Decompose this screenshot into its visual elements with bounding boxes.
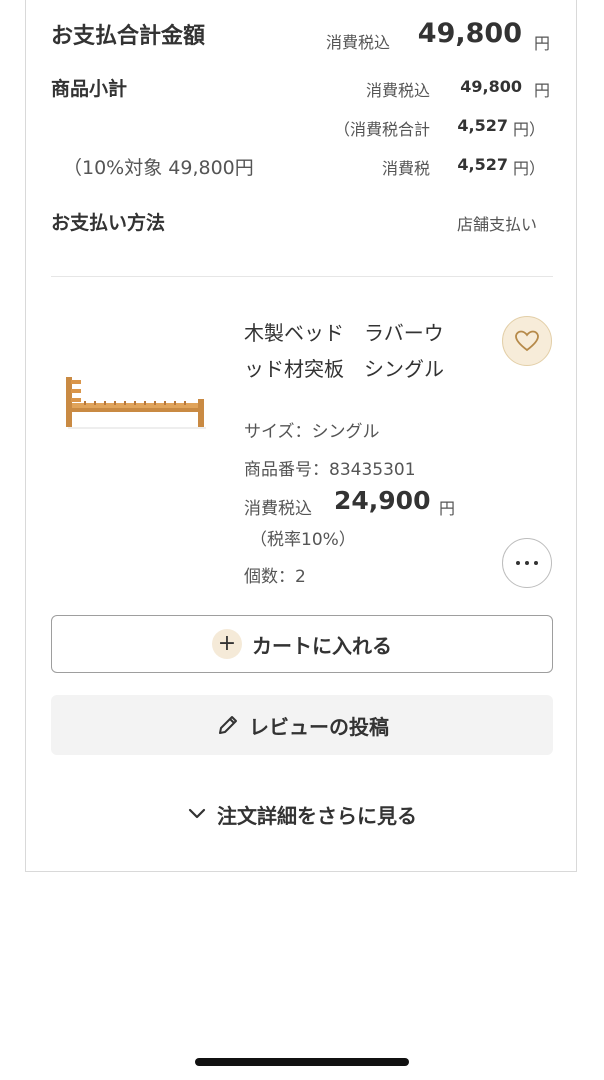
home-indicator[interactable] xyxy=(195,1058,409,1066)
show-more-details-link[interactable]: 注文詳細をさらに見る xyxy=(51,794,553,834)
tax-target-text: （10%対象 49,800円 xyxy=(63,157,254,179)
product-name-line1[interactable]: 木製ベッド ラバーウ xyxy=(244,317,444,346)
product-tax-rate: （税率10%） xyxy=(250,530,356,550)
tax-amount: 4,527 xyxy=(457,155,508,174)
plus-icon: + xyxy=(212,629,242,659)
chevron-down-icon xyxy=(188,808,206,819)
total-label: お支払合計金額 xyxy=(51,24,206,49)
product-name-line2[interactable]: ッド材突板 シングル xyxy=(244,353,444,382)
subtotal-amount: 49,800 xyxy=(460,77,522,96)
add-to-cart-label: カートに入れる xyxy=(252,633,392,658)
total-yen: 円 xyxy=(534,34,551,53)
product-size: サイズ：シングル xyxy=(244,422,380,442)
more-horizontal-icon xyxy=(516,561,520,565)
tax-total-yen: 円） xyxy=(513,120,546,139)
product-quantity: 個数：2 xyxy=(244,567,306,587)
subtotal-label: 商品小計 xyxy=(51,78,128,100)
subtotal-tax-label: 消費税込 xyxy=(366,81,431,100)
show-more-details-label: 注文詳細をさらに見る xyxy=(217,803,417,828)
divider xyxy=(51,276,553,277)
tax-label: 消費税 xyxy=(382,159,431,178)
add-to-cart-button[interactable]: + カートに入れる xyxy=(51,615,553,673)
post-review-label: レビューの投稿 xyxy=(249,714,389,739)
product-image[interactable] xyxy=(62,371,208,431)
price-yen: 円 xyxy=(439,499,456,518)
pencil-icon xyxy=(219,716,237,734)
order-detail-card: お支払合計金額 消費税込 49,800 円 商品小計 消費税込 49,800 円… xyxy=(25,0,577,872)
more-options-button[interactable] xyxy=(502,538,552,588)
payment-method-label: お支払い方法 xyxy=(51,212,166,234)
heart-icon xyxy=(515,330,539,352)
total-tax-label: 消費税込 xyxy=(326,33,391,52)
price-tax-label: 消費税込 xyxy=(244,499,312,519)
subtotal-yen: 円 xyxy=(534,81,551,100)
favorite-button[interactable] xyxy=(502,316,552,366)
tax-total-amount: 4,527 xyxy=(457,116,508,135)
total-amount: 49,800 xyxy=(417,18,522,49)
post-review-button[interactable]: レビューの投稿 xyxy=(51,695,553,755)
tax-yen: 円） xyxy=(513,159,546,178)
payment-method-value: 店舗支払い xyxy=(457,215,538,234)
product-item-number: 商品番号：83435301 xyxy=(244,460,416,480)
product-price: 24,900 xyxy=(334,486,431,515)
tax-total-label: （消費税合計 xyxy=(334,120,431,139)
bed-image xyxy=(66,377,206,429)
